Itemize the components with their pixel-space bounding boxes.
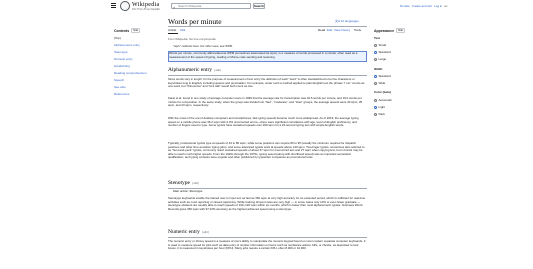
paragraph: Since words vary in length, for the purp…: [168, 77, 365, 89]
lead-paragraph: Words per minute, commonly abbreviated a…: [169, 51, 358, 59]
create-account-link[interactable]: Create account: [412, 4, 432, 8]
toc-item-stenotype[interactable]: Stenotype: [114, 50, 154, 54]
text-size-label: Text: [374, 36, 380, 40]
hatnote: "wpm" redirects here. For other uses, se…: [173, 44, 233, 48]
tab-talk[interactable]: Talk: [180, 28, 185, 32]
section-divider: [168, 75, 367, 76]
tab-edit[interactable]: Edit: [327, 28, 332, 32]
paragraph: Stenotype keyboards enable the trained u…: [168, 196, 366, 211]
more-options-icon[interactable]: •••: [444, 4, 447, 8]
paragraph: With the onset of the era of desktop com…: [168, 116, 359, 128]
donate-link[interactable]: Donate: [400, 4, 410, 8]
search-placeholder: Search Wikipedia: [178, 4, 202, 8]
text-standard-option[interactable]: Standard: [374, 50, 391, 54]
site-sub: From Wikipedia, the free encyclopedia: [168, 37, 216, 41]
site-header: Wikipedia The Free Encyclopedia ⌕ Search…: [0, 0, 533, 14]
main-menu-icon[interactable]: [111, 3, 116, 8]
color-dark-option[interactable]: Dark: [374, 112, 385, 116]
tagline: The Free Encyclopedia: [132, 6, 160, 11]
edit-link[interactable]: [ edit ]: [202, 231, 209, 234]
toc-item-reading[interactable]: Reading comprehension: [114, 71, 154, 75]
language-button[interactable]: 文A 12 languages: [335, 19, 359, 23]
text-small-option[interactable]: Small: [374, 43, 386, 47]
appearance-title: Appearance: [374, 28, 395, 33]
user-links: Donate Create account Log in •••: [400, 4, 447, 8]
main-article-note: Main article: Stenotype: [173, 189, 203, 193]
search-icon: ⌕: [173, 4, 176, 10]
title-divider: [168, 26, 367, 27]
search-input[interactable]: ⌕ Search Wikipedia: [171, 3, 251, 10]
toc-item-numeric[interactable]: Numeric entry: [114, 57, 154, 61]
page-title: Words per minute: [168, 17, 222, 26]
toc-item-alphanumeric[interactable]: Alphanumeric entry: [114, 43, 154, 47]
width-standard-option[interactable]: Standard: [374, 74, 391, 78]
toc-hide-button[interactable]: hide: [131, 28, 141, 33]
toc-title: Contents: [114, 28, 130, 33]
toc-item-references[interactable]: References: [114, 92, 154, 96]
appearance-hide-button[interactable]: hide: [396, 28, 405, 33]
edit-link[interactable]: [ edit ]: [214, 69, 221, 72]
paragraph: Typically, professional typists type at …: [168, 141, 365, 160]
color-light-option[interactable]: Light: [374, 105, 385, 109]
toc-item-top[interactable]: (Top): [114, 36, 154, 40]
tab-read[interactable]: Read: [318, 28, 325, 32]
color-label: Color (beta): [374, 90, 391, 94]
width-label: Width: [374, 67, 383, 71]
search-button[interactable]: Search: [253, 3, 265, 9]
table-of-contents: Contents hide (Top) Alphanumeric entry S…: [114, 28, 154, 96]
width-wide-option[interactable]: Wide: [374, 81, 385, 85]
color-automatic-option[interactable]: Automatic: [374, 98, 392, 102]
paragraph: The numeric entry or 10-key speed is a m…: [168, 239, 366, 251]
tab-tools[interactable]: Tools: [354, 28, 361, 32]
appearance-panel-header: Appearance hide: [374, 28, 405, 33]
section-heading-stenotype: Stenotype[ edit ]: [168, 180, 200, 186]
toc-item-handwriting[interactable]: Handwriting: [114, 64, 154, 68]
section-heading-alphanumeric: Alphanumeric entry[ edit ]: [168, 67, 222, 73]
toc-item-speech[interactable]: Speech: [114, 78, 154, 82]
active-tab-indicator: [168, 33, 178, 34]
section-heading-numeric: Numeric entry[ edit ]: [168, 229, 209, 235]
text-large-option[interactable]: Large: [374, 57, 386, 61]
edit-link[interactable]: [ edit ]: [192, 182, 199, 185]
paragraph: Karat et al. found in one study of avera…: [168, 96, 363, 108]
globe-icon: [120, 1, 130, 11]
tab-article[interactable]: Article: [168, 28, 176, 32]
wikipedia-logo[interactable]: Wikipedia The Free Encyclopedia: [120, 1, 160, 11]
toc-item-see-also[interactable]: See also: [114, 85, 154, 89]
login-link[interactable]: Log in: [434, 4, 442, 8]
section-divider: [168, 237, 367, 238]
tab-view-history[interactable]: View history: [334, 28, 350, 32]
